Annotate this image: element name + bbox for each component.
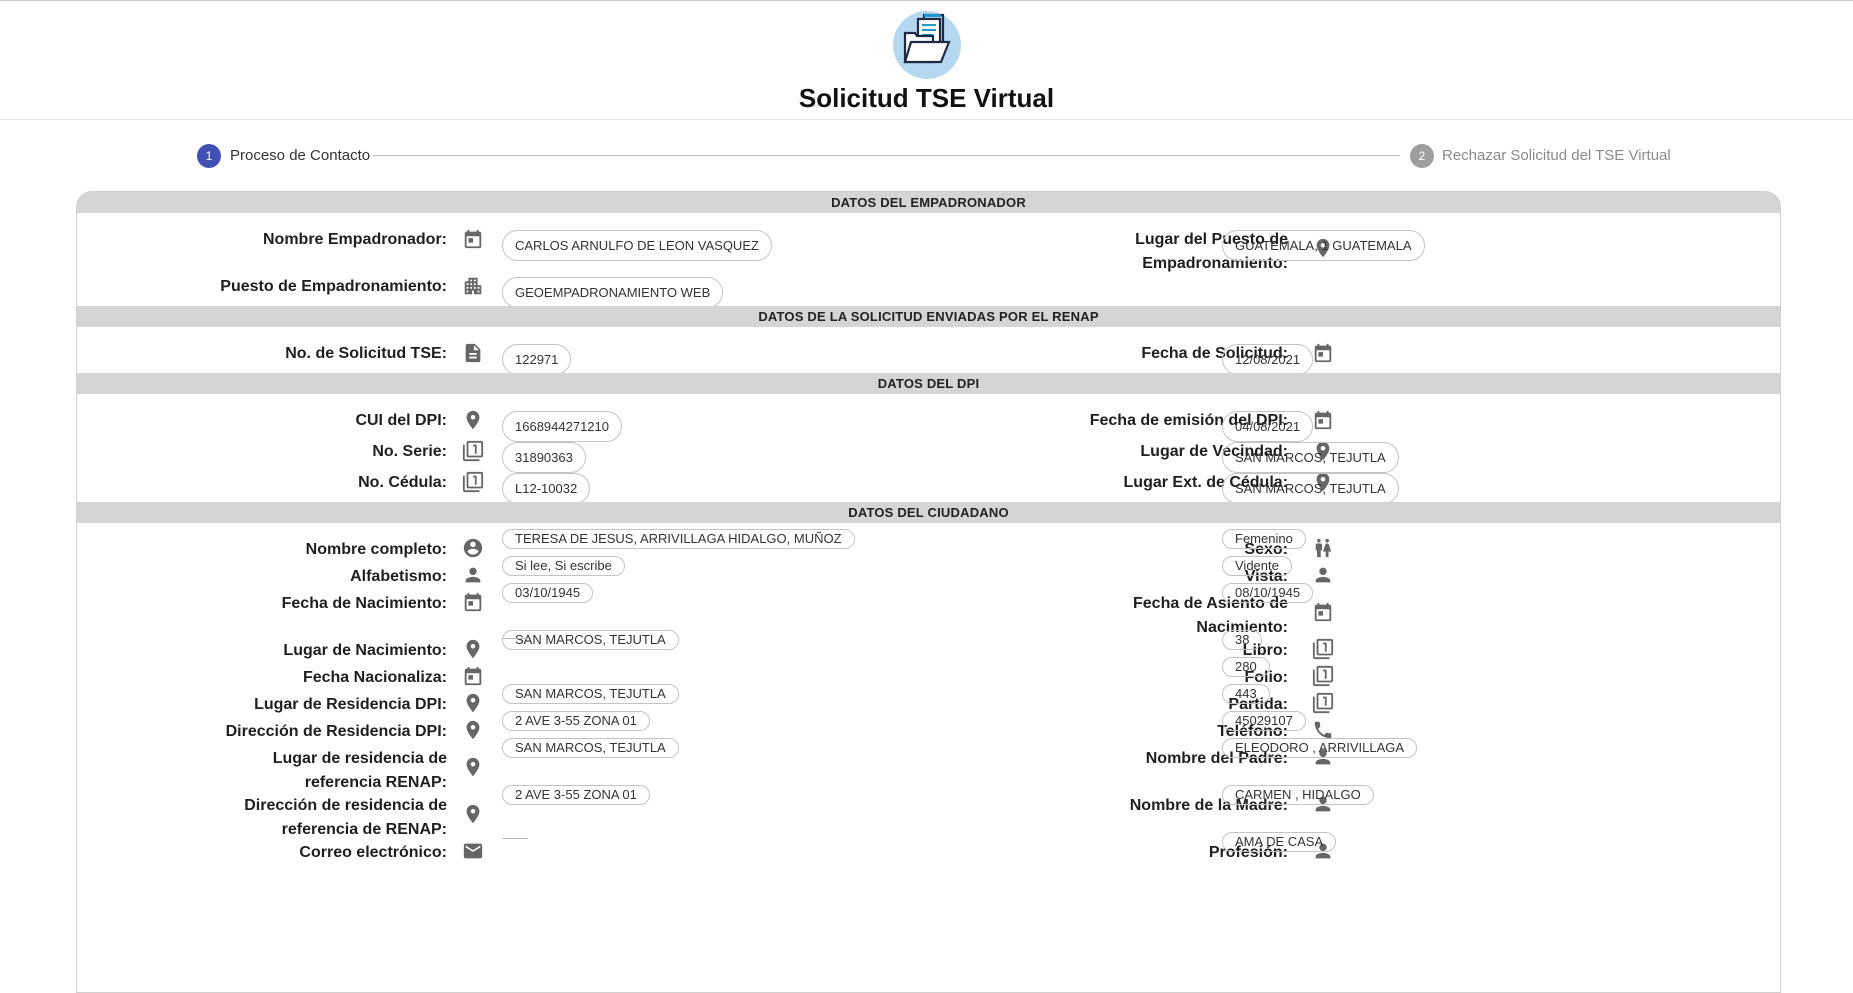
page-header: Solicitud TSE Virtual	[0, 0, 1853, 120]
value-lugar-residencia-dpi: SAN MARCOS, TEJUTLA	[502, 684, 679, 704]
section-header-ciudadano: DATOS DEL CIUDADANO	[77, 502, 1780, 523]
value-fecha-solicitud: 12/08/2021	[1222, 344, 1314, 375]
label-fecha-nacimiento: Fecha de Nacimiento:	[281, 595, 447, 612]
location-pin-icon	[462, 719, 484, 741]
calendar-icon	[462, 591, 484, 613]
value-partida: 443	[1222, 684, 1270, 704]
label-lugar-residencia-renap: Lugar de residencia de referencia RENAP:	[272, 750, 447, 791]
label-fecha-nacionaliza: Fecha Nacionaliza:	[302, 669, 447, 686]
value-direccion-residencia-dpi: 2 AVE 3-55 ZONA 01	[502, 711, 650, 731]
label-lugar-nacimiento: Lugar de Nacimiento:	[283, 642, 447, 659]
filter-one-icon	[462, 440, 484, 462]
label-direccion-residencia-dpi: Dirección de Residencia DPI:	[225, 723, 447, 740]
label-nombre-completo: Nombre completo:	[305, 541, 447, 558]
people-icon	[1312, 537, 1334, 559]
label-no-cedula: No. Cédula:	[358, 474, 447, 491]
value-nombre-empadronador: CARLOS ARNULFO DE LEON VASQUEZ	[502, 230, 772, 261]
label-no-solicitud: No. de Solicitud TSE:	[285, 345, 447, 362]
value-folio: 280	[1222, 657, 1270, 677]
value-no-cedula: L12-10032	[502, 473, 591, 504]
value-lugar-vecindad: SAN MARCOS, TEJUTLA	[1222, 442, 1399, 473]
value-nombre-completo: TERESA DE JESUS, ARRIVILLAGA HIDALGO, MU…	[502, 529, 855, 549]
value-lugar-puesto: GUATEMALA, 1 GUATEMALA	[1222, 230, 1425, 261]
section-header-dpi: DATOS DEL DPI	[77, 373, 1780, 394]
label-puesto-empadronamiento: Puesto de Empadronamiento:	[220, 278, 447, 295]
location-pin-icon	[462, 803, 484, 825]
step-1-label[interactable]: Proceso de Contacto	[230, 144, 370, 168]
calendar-icon	[462, 228, 484, 250]
value-no-solicitud: 122971	[502, 344, 572, 375]
value-vista: Vidente	[1222, 556, 1292, 576]
label-nombre-empadronador: Nombre Empadronador:	[262, 231, 447, 248]
value-telefono: 45029107	[1222, 711, 1306, 731]
label-alfabetismo: Alfabetismo:	[350, 568, 447, 585]
filter-one-icon	[1312, 638, 1334, 660]
value-fecha-asiento: 08/10/1945	[1222, 583, 1314, 603]
location-pin-icon	[462, 638, 484, 660]
value-cui: 1668944271210	[502, 411, 622, 442]
calendar-icon	[1312, 342, 1334, 364]
section-header-empadronador: DATOS DEL EMPADRONADOR	[77, 192, 1780, 213]
value-no-serie: 31890363	[502, 442, 586, 473]
location-pin-icon	[462, 409, 484, 431]
step-2-circle[interactable]: 2	[1410, 144, 1434, 168]
calendar-icon	[1312, 601, 1334, 623]
label-correo: Correo electrónico:	[299, 844, 447, 861]
filter-one-icon	[462, 471, 484, 493]
value-sexo: Femenino	[1222, 529, 1306, 549]
location-pin-icon	[462, 692, 484, 714]
label-cui: CUI del DPI:	[355, 412, 447, 429]
document-icon	[462, 342, 484, 364]
filter-one-icon	[1312, 665, 1334, 687]
value-libro: 38	[1222, 630, 1263, 650]
calendar-icon	[1312, 409, 1334, 431]
mail-icon	[462, 840, 484, 862]
folder-document-icon	[893, 11, 961, 79]
form-card: DATOS DEL EMPADRONADOR Nombre Empadronad…	[76, 191, 1781, 993]
value-alfabetismo: Si lee, Si escribe	[502, 556, 625, 576]
empty-value-fecha-nacionaliza	[502, 638, 528, 639]
step-2-label[interactable]: Rechazar Solicitud del TSE Virtual	[1442, 144, 1671, 168]
value-lugar-residencia-renap: SAN MARCOS, TEJUTLA	[502, 738, 679, 758]
value-direccion-residencia-renap: 2 AVE 3-55 ZONA 01	[502, 785, 650, 805]
empty-value-correo	[502, 838, 528, 839]
value-fecha-nacimiento: 03/10/1945	[502, 583, 594, 603]
value-fecha-emision: 04/08/2021	[1222, 411, 1314, 442]
value-nombre-madre: CARMEN , HIDALGO	[1222, 785, 1374, 805]
value-puesto-empadronamiento: GEOEMPADRONAMIENTO WEB	[502, 277, 724, 308]
account-circle-icon	[462, 537, 484, 559]
building-icon	[462, 275, 484, 297]
step-connector	[373, 155, 1400, 156]
label-no-serie: No. Serie:	[372, 443, 447, 460]
page-title: Solicitud TSE Virtual	[798, 83, 1055, 113]
value-lugar-ext-cedula: SAN MARCOS, TEJUTLA	[1222, 473, 1399, 504]
location-pin-icon	[462, 756, 484, 778]
value-nombre-padre: ELEODORO , ARRIVILLAGA	[1222, 738, 1418, 758]
section-header-renap: DATOS DE LA SOLICITUD ENVIADAS POR EL RE…	[77, 306, 1780, 327]
person-icon	[462, 564, 484, 586]
calendar-icon	[462, 665, 484, 687]
filter-one-icon	[1312, 692, 1334, 714]
value-lugar-nacimiento: SAN MARCOS, TEJUTLA	[502, 630, 679, 650]
label-direccion-residencia-renap: Dirección de residencia de referencia de…	[244, 797, 447, 838]
value-profesion: AMA DE CASA	[1222, 832, 1337, 852]
person-icon	[1312, 564, 1334, 586]
step-1-circle[interactable]: 1	[197, 144, 221, 168]
stepper: 1 Proceso de Contacto 2 Rechazar Solicit…	[197, 144, 1671, 168]
label-lugar-residencia-dpi: Lugar de Residencia DPI:	[254, 696, 447, 713]
